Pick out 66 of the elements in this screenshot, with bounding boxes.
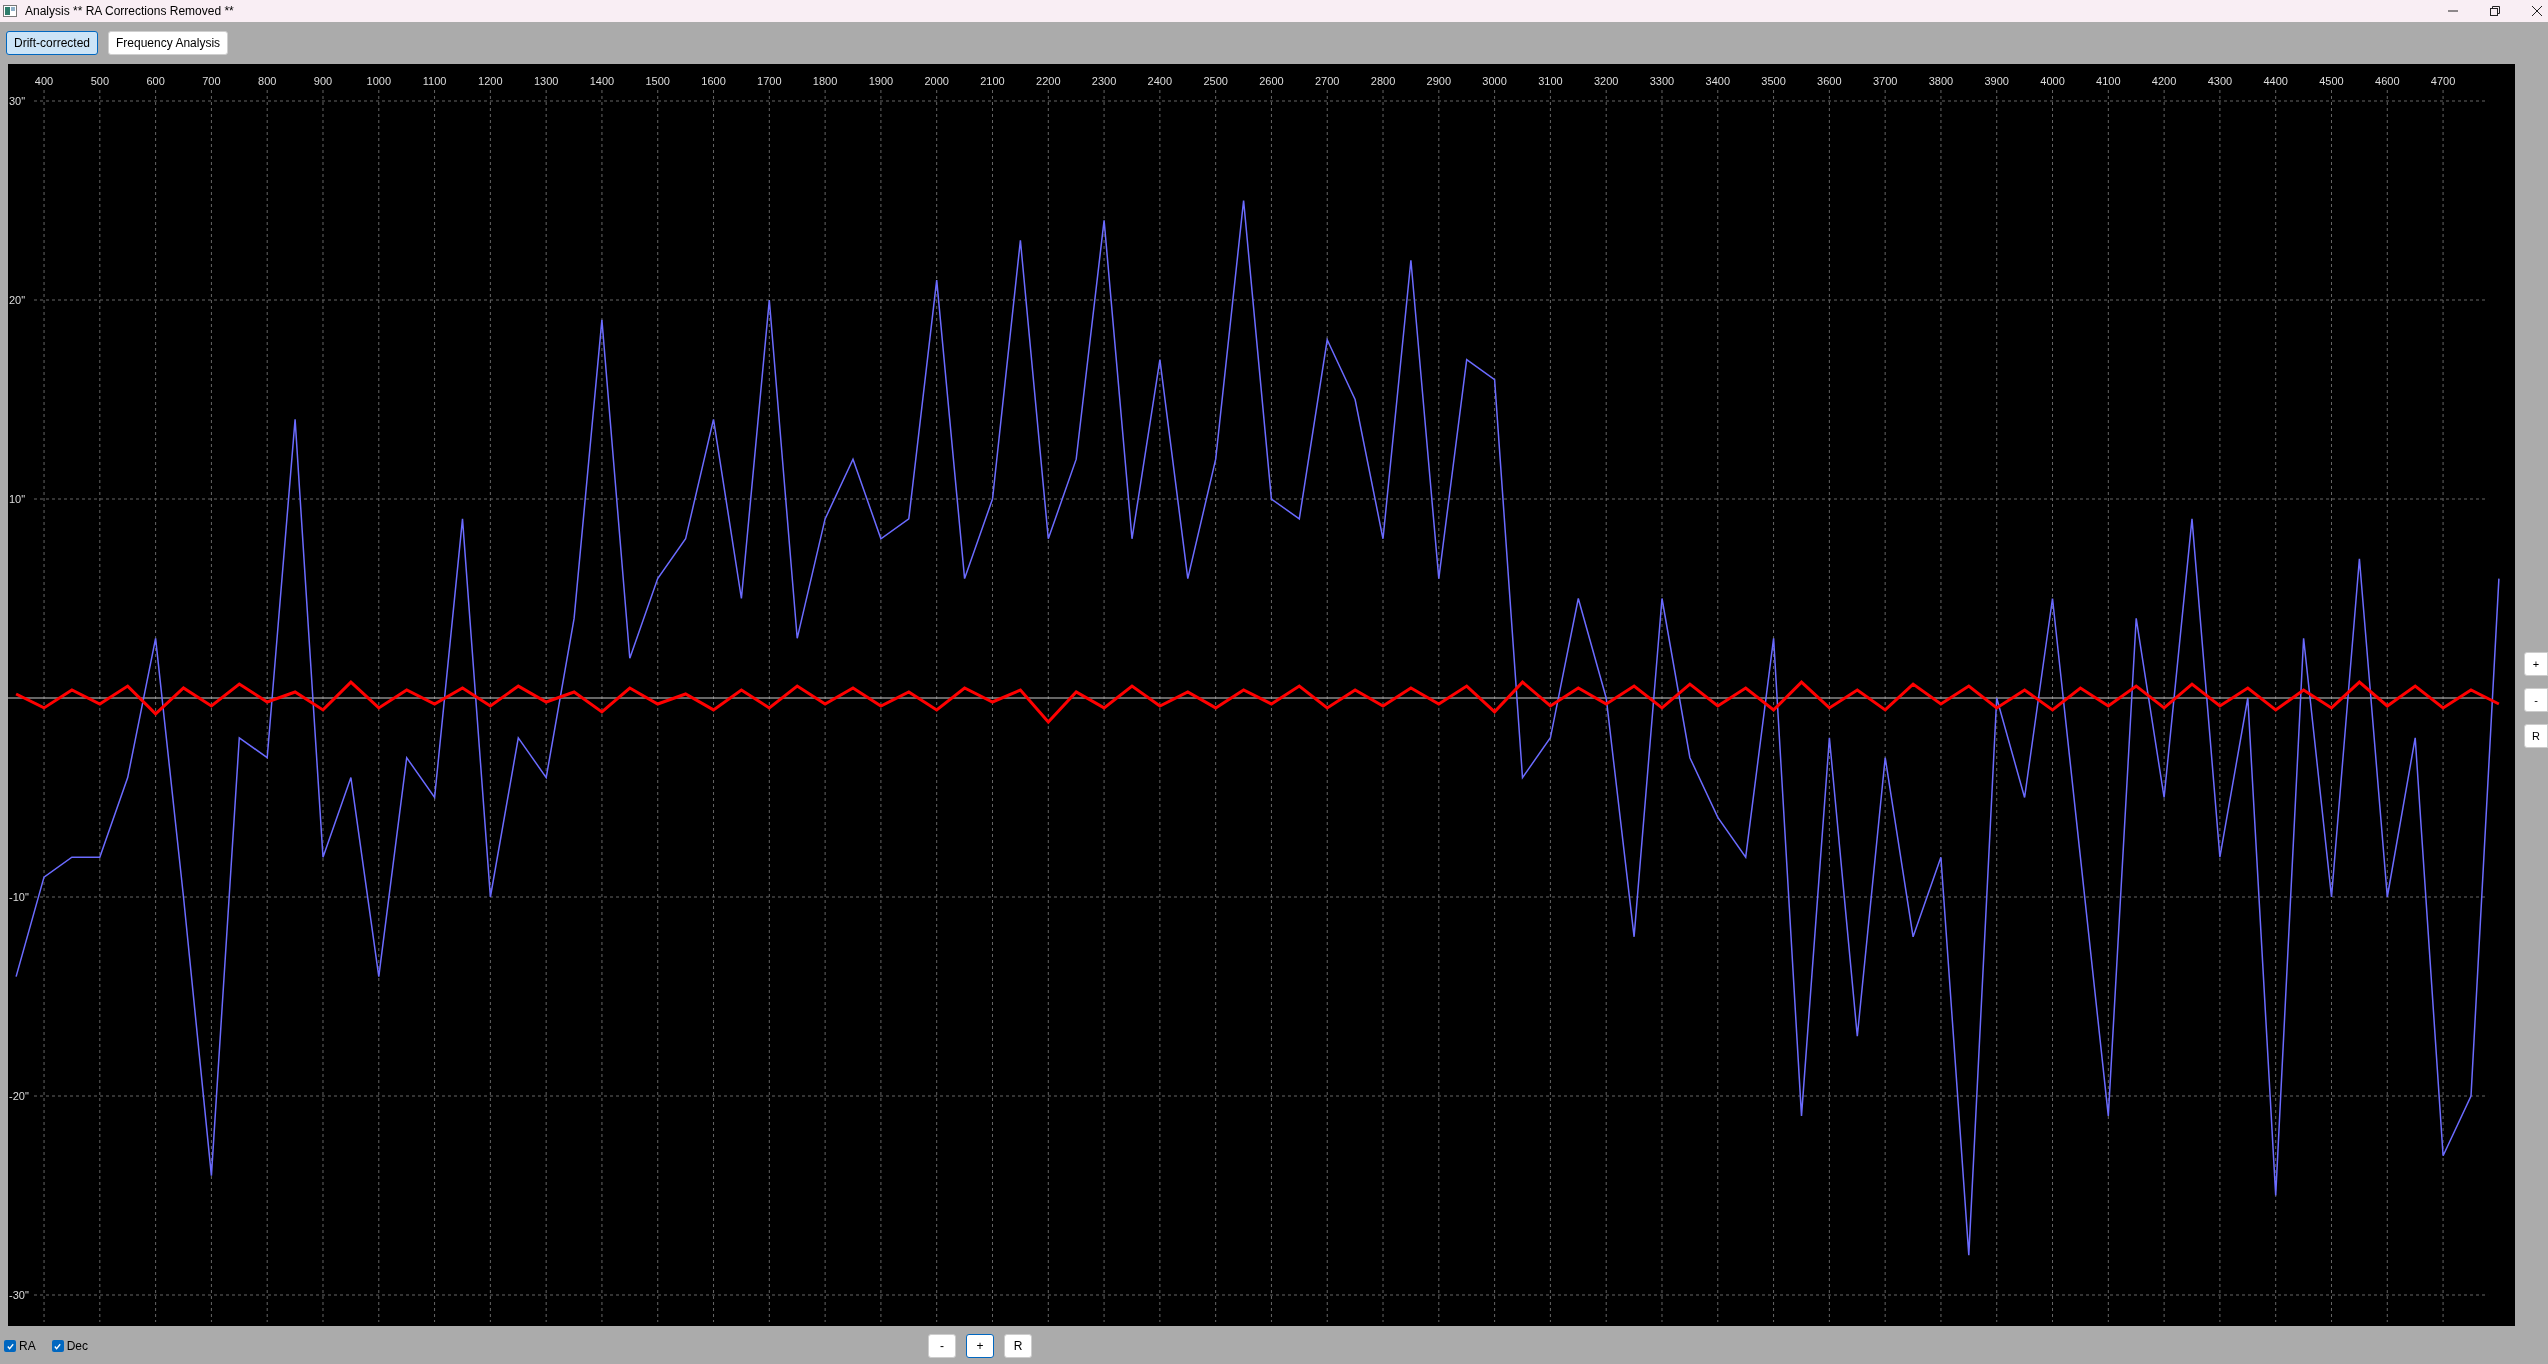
y-tick-label: -30" [9,1289,29,1301]
x-tick-label: 400 [34,75,54,87]
checkbox-label: Dec [66,1338,88,1355]
x-tick-label: 4100 [2096,75,2121,87]
zoom-button[interactable]: - [928,1334,956,1358]
close-icon[interactable] [2532,6,2542,16]
x-tick-label: 3200 [1593,75,1619,87]
x-tick-label: 800 [258,75,277,87]
x-tick-label: 1900 [868,75,894,87]
x-tick-label: 3400 [1705,75,1730,87]
x-tick-label: 1700 [757,75,782,87]
y-tick-label: 10" [9,493,26,505]
x-tick-label: 600 [146,75,165,87]
x-tick-label: 2000 [924,75,949,87]
x-tick-label: 2400 [1147,75,1173,87]
x-tick-label: 3300 [1649,75,1675,87]
checkbox-label: RA [19,1338,36,1355]
zoom-button[interactable]: R [1004,1334,1032,1358]
x-tick-label: 1200 [478,75,503,87]
x-tick-label: 2300 [1091,75,1117,87]
x-tick-label: 4500 [2319,75,2344,87]
x-tick-label: 3100 [1538,75,1563,87]
x-tick-label: 4300 [2207,75,2233,87]
x-tick-label: 500 [90,75,109,87]
zoom-button[interactable]: + [966,1334,994,1358]
zoom-button[interactable]: + [2524,652,2548,676]
x-tick-label: 4700 [2430,75,2456,87]
x-tick-label: 2600 [1259,75,1284,87]
checkbox[interactable] [51,1340,64,1352]
window-title: Analysis ** RA Corrections Removed ** [25,3,234,20]
x-tick-label: 700 [202,75,221,87]
x-tick-label: 3000 [1482,75,1507,87]
x-tick-label: 1600 [701,75,726,87]
x-tick-label: 2100 [980,75,1005,87]
x-tick-label: 2500 [1203,75,1228,87]
x-tick-label: 1500 [645,75,670,87]
x-tick-label: 900 [313,75,333,87]
checkbox[interactable] [4,1340,16,1352]
x-tick-label: 3600 [1817,75,1842,87]
x-tick-label: 2800 [1370,75,1396,87]
x-tick-label: 3800 [1928,75,1954,87]
y-tick-label: 30" [9,95,26,107]
x-tick-label: 2700 [1315,75,1340,87]
x-tick-label: 3900 [1984,75,2009,87]
x-tick-label: 2200 [1036,75,1061,87]
zoom-button[interactable]: - [2524,688,2548,712]
x-tick-label: 1400 [589,75,615,87]
y-tick-label: -20" [9,1090,29,1102]
restore-icon[interactable] [2490,6,2500,16]
x-tick-label: 4000 [2040,75,2065,87]
x-tick-label: 1800 [812,75,838,87]
tab[interactable]: Drift-corrected [6,31,98,55]
x-tick-label: 1000 [366,75,391,87]
y-tick-label: -10" [9,891,29,903]
x-tick-label: 1300 [533,75,559,87]
x-tick-label: 1100 [422,75,447,87]
x-tick-label: 4600 [2375,75,2400,87]
x-tick-label: 2900 [1426,75,1452,87]
zoom-button[interactable]: R [2524,724,2548,748]
x-tick-label: 4200 [2151,75,2177,87]
x-tick-label: 3500 [1761,75,1786,87]
x-tick-label: 4400 [2263,75,2288,87]
tab[interactable]: Frequency Analysis [108,31,229,55]
x-tick-label: 3700 [1872,75,1898,87]
y-tick-label: 20" [9,294,26,306]
app-icon [3,5,17,17]
